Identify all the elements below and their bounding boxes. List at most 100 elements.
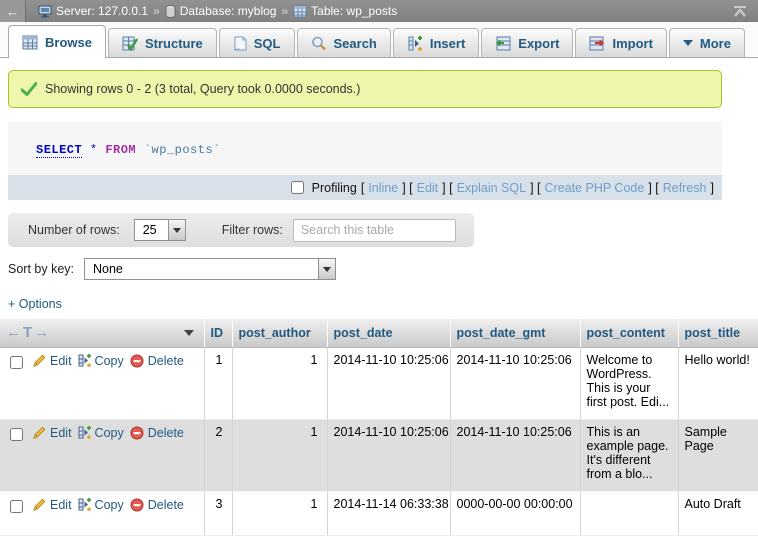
tab-sql-label: SQL [254,36,281,51]
copy-label: Copy [95,498,124,512]
create-php-code-link[interactable]: Create PHP Code [544,181,644,195]
tab-sql[interactable]: SQL [219,28,295,57]
rows-per-page-select[interactable]: 25 [134,219,186,241]
cell-post-date: 2014-11-10 10:25:06 [327,419,450,491]
tab-insert[interactable]: Insert [393,28,479,57]
copy-label: Copy [95,426,124,440]
chevron-down-icon [683,40,693,46]
table-row: Edit Copy Delete 2 1 2014-11-10 1 [0,419,758,491]
cell-post-author: 1 [232,491,327,535]
row-select-checkbox[interactable] [10,428,23,441]
tab-more[interactable]: More [669,28,745,57]
edit-row-link[interactable]: Edit [33,354,72,368]
edit-query-link[interactable]: Edit [417,181,439,195]
column-nav-icon[interactable]: ←T→ [6,324,51,341]
copy-row-link[interactable]: Copy [78,354,124,368]
pencil-icon [33,354,46,367]
copy-row-link[interactable]: Copy [78,426,124,440]
sort-key-select[interactable]: None [84,258,336,280]
column-header-id[interactable]: ID [204,319,232,347]
import-icon [589,36,605,51]
refresh-link[interactable]: Refresh [663,181,707,195]
sql-star: * [90,143,98,157]
explain-sql-link[interactable]: Explain SQL [457,181,526,195]
sql-query-text: SELECT * FROM `wp_posts` [8,122,722,175]
edit-row-link[interactable]: Edit [33,498,72,512]
cell-post-date-gmt: 2014-11-10 10:25:06 [450,347,580,419]
copy-label: Copy [95,354,124,368]
collapse-navigation-button[interactable] [728,6,758,17]
pencil-icon [33,498,46,511]
number-of-rows-label: Number of rows: [28,223,120,237]
tab-import[interactable]: Import [575,28,666,57]
delete-row-link[interactable]: Delete [130,354,184,368]
delete-row-link[interactable]: Delete [130,498,184,512]
browse-icon [22,35,38,50]
cell-post-title: Sample Page [678,419,758,491]
success-check-icon [21,82,37,96]
bracket: ] [ [530,181,540,195]
tab-browse[interactable]: Browse [8,25,106,58]
delete-row-link[interactable]: Delete [130,426,184,440]
select-arrow-icon [318,259,335,279]
filter-search-input[interactable] [293,219,456,242]
column-header-post-author[interactable]: post_author [232,319,327,347]
tab-export[interactable]: Export [481,28,573,57]
breadcrumb-bar: ← Server: 127.0.0.1 » Database: myblog »… [0,0,758,22]
sql-table-name: `wp_posts` [144,143,221,157]
row-select-checkbox[interactable] [10,500,23,513]
cell-post-date: 2014-11-10 10:25:06 [327,347,450,419]
profiling-checkbox[interactable] [291,181,304,194]
tab-insert-label: Insert [430,36,465,51]
rows-per-page-value: 25 [135,220,168,240]
delete-label: Delete [148,498,184,512]
pencil-icon [33,426,46,439]
tab-export-label: Export [518,36,559,51]
sort-row: Sort by key: None [8,256,758,282]
breadcrumb-database[interactable]: Database: myblog [165,4,277,18]
breadcrumb-table[interactable]: Table: wp_posts [293,4,397,18]
column-actions-dropdown-icon[interactable] [184,330,194,336]
row-select-checkbox[interactable] [10,356,23,369]
breadcrumb-server[interactable]: Server: 127.0.0.1 [38,4,148,18]
tab-search[interactable]: Search [297,28,391,57]
back-button[interactable]: ← [0,0,26,22]
select-arrow-icon [168,220,185,240]
tab-browse-label: Browse [45,35,92,50]
server-icon [38,5,52,18]
bracket: [ [361,181,364,195]
sql-query-box: SELECT * FROM `wp_posts` Profiling [ Inl… [8,122,722,200]
bracket: ] [ [442,181,452,195]
edit-row-link[interactable]: Edit [33,426,72,440]
sort-key-value: None [85,259,318,279]
breadcrumb-separator: » [153,4,160,18]
column-header-post-date-gmt[interactable]: post_date_gmt [450,319,580,347]
copy-row-link[interactable]: Copy [78,498,124,512]
cell-id: 2 [204,419,232,491]
result-message: Showing rows 0 - 2 (3 total, Query took … [8,70,722,108]
cell-post-author: 1 [232,347,327,419]
sql-keyword-select[interactable]: SELECT [36,143,82,158]
tab-search-label: Search [334,36,377,51]
tab-structure[interactable]: Structure [108,28,217,57]
cell-post-date: 2014-11-14 06:33:38 [327,491,450,535]
bracket: ] [ [402,181,412,195]
collapse-up-icon [732,6,748,17]
bracket: ] [ [648,181,658,195]
results-header-row: ←T→ ID post_author post_date post_date_g… [0,319,758,347]
edit-label: Edit [50,426,72,440]
column-actions-header[interactable]: ←T→ [0,319,204,347]
delete-icon [130,498,144,512]
back-arrow-icon: ← [6,4,19,19]
filter-rows-label: Filter rows: [222,223,283,237]
breadcrumb: Server: 127.0.0.1 » Database: myblog » T… [26,4,728,18]
column-header-post-date[interactable]: post_date [327,319,450,347]
column-header-post-title[interactable]: post_title [678,319,758,347]
options-toggle-link[interactable]: + Options [8,297,62,311]
search-icon [311,36,327,51]
column-header-post-content[interactable]: post_content [580,319,678,347]
inline-link[interactable]: Inline [368,181,398,195]
table-tabs: Browse Structure SQL Search Insert Expor… [0,22,758,58]
cell-post-content [580,491,678,535]
database-icon [165,5,176,18]
